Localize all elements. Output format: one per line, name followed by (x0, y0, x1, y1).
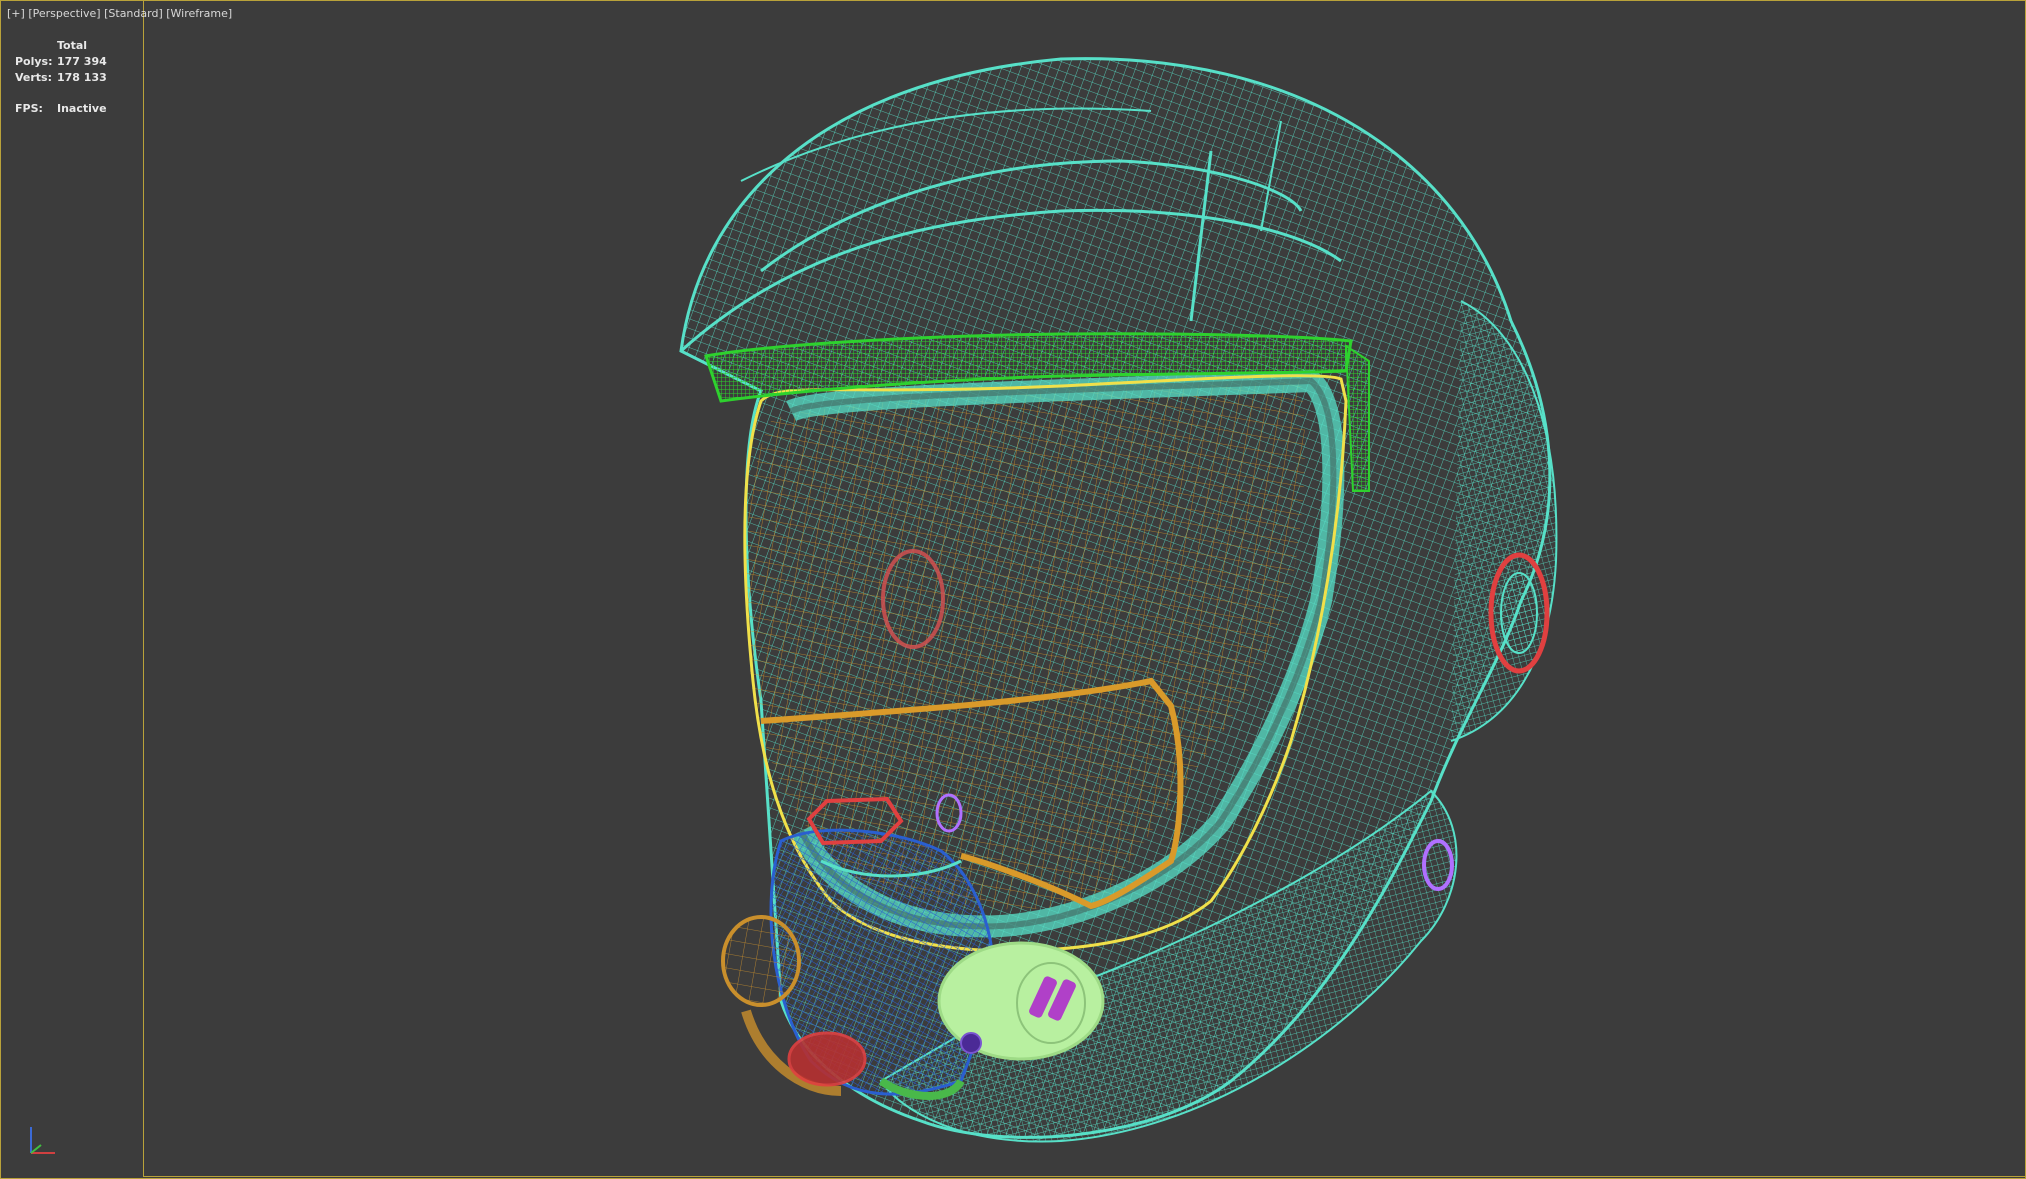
respirator-tube (721, 915, 801, 1007)
viewport-perspective[interactable]: [+] [Perspective] [Standard] [Wireframe]… (0, 0, 2026, 1179)
wireframe-helmet-model[interactable] (1, 1, 2025, 1178)
valve-bottom-red (787, 1031, 867, 1087)
axis-tripod-icon (30, 1127, 55, 1154)
helmet-rear-lobe (1450, 300, 1558, 742)
